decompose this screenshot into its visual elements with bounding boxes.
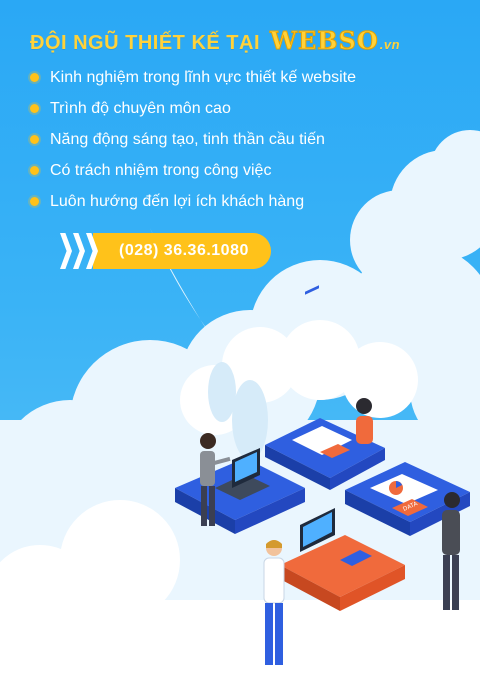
list-item: Năng động sáng tạo, tinh thần cầu tiến xyxy=(30,124,356,155)
bullet-dot-icon xyxy=(30,135,39,144)
bullet-dot-icon xyxy=(30,104,39,113)
phone-pill[interactable]: (028) 36.36.1080 xyxy=(93,233,271,269)
person-top xyxy=(356,398,373,444)
list-item: Có trách nhiệm trong công việc xyxy=(30,155,356,186)
list-item: Trình độ chuyên môn cao xyxy=(30,93,356,124)
feature-text: Luôn hướng đến lợi ích khách hàng xyxy=(50,192,305,210)
page-title: ĐỘI NGŨ THIẾT KẾ TẠI WEBSO .vn xyxy=(30,26,401,56)
bullet-dot-icon xyxy=(30,73,39,82)
tree-right xyxy=(208,362,236,422)
brand-logo: WEBSO xyxy=(270,26,379,56)
list-item: Kinh nghiệm trong lĩnh vực thiết kế webs… xyxy=(30,62,356,93)
bullet-dot-icon xyxy=(30,166,39,175)
call-button[interactable]: (028) 36.36.1080 xyxy=(60,232,271,270)
phone-number[interactable]: (028) 36.36.1080 xyxy=(119,242,249,260)
recruitment-banner: DATA ĐỘI NGŨ THIẾT KẾ TẠI WEBSO .vn Kinh… xyxy=(0,0,480,673)
feature-text: Năng động sáng tạo, tinh thần cầu tiến xyxy=(50,130,325,148)
bullet-dot-icon xyxy=(30,197,39,206)
feature-text: Kinh nghiệm trong lĩnh vực thiết kế webs… xyxy=(50,68,356,86)
feature-list: Kinh nghiệm trong lĩnh vực thiết kế webs… xyxy=(30,62,356,217)
feature-text: Có trách nhiệm trong công việc xyxy=(50,161,272,179)
brand-suffix: .vn xyxy=(379,37,401,52)
title-text: ĐỘI NGŨ THIẾT KẾ TẠI xyxy=(30,32,260,54)
feature-text: Trình độ chuyên môn cao xyxy=(50,99,231,117)
list-item: Luôn hướng đến lợi ích khách hàng xyxy=(30,186,356,217)
chevron-right-icon xyxy=(60,233,99,269)
